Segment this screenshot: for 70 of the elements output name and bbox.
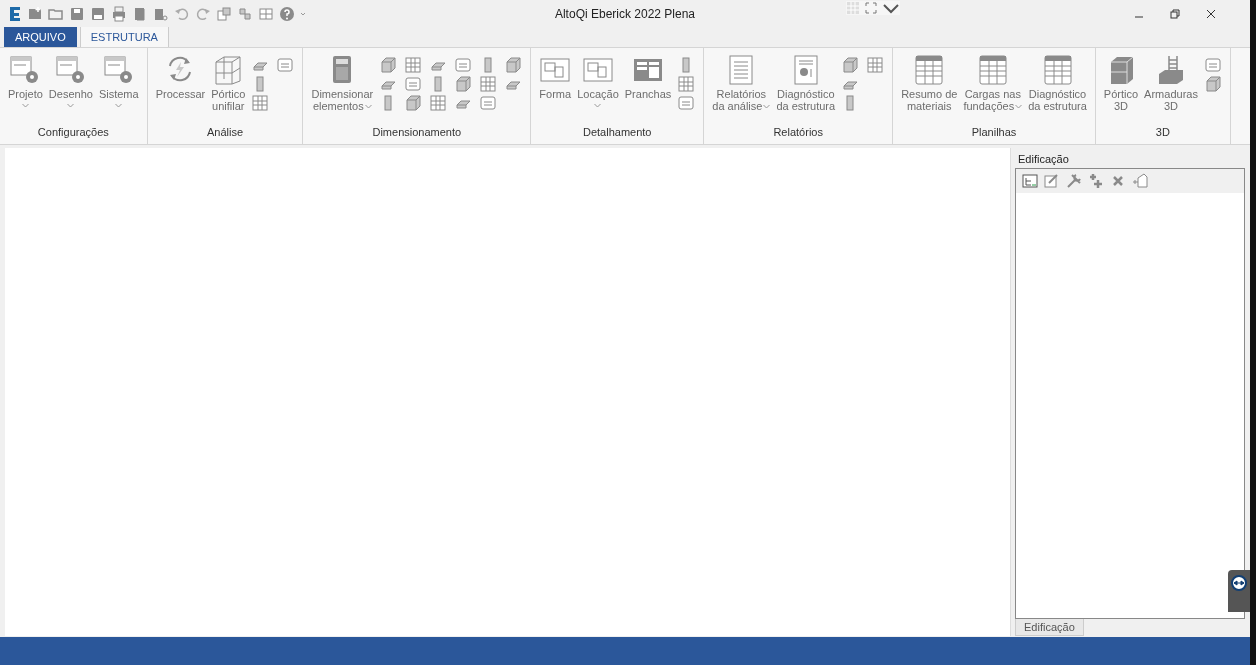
building-icon[interactable] xyxy=(1132,173,1148,189)
table-icon xyxy=(913,54,946,86)
ribbon-button[interactable]: Desenho xyxy=(46,52,95,126)
cube-icon[interactable] xyxy=(505,57,522,73)
list-icon[interactable] xyxy=(455,57,472,73)
table-icon xyxy=(1041,54,1074,86)
cube-icon[interactable] xyxy=(405,95,422,111)
edit-icon[interactable] xyxy=(1044,173,1060,189)
group-label: Configurações xyxy=(36,126,110,140)
window-gear-icon xyxy=(102,54,135,86)
grid-icon[interactable] xyxy=(405,57,422,73)
window-gear-icon xyxy=(54,54,87,86)
save-icon[interactable] xyxy=(69,5,85,22)
cube-icon[interactable] xyxy=(455,76,472,92)
cube-icon[interactable] xyxy=(380,57,397,73)
group-label: Detalhamento xyxy=(581,126,653,140)
ribbon-button[interactable]: Armaduras 3D xyxy=(1142,52,1200,126)
restore-icon[interactable] xyxy=(1170,8,1180,19)
printer-icon[interactable] xyxy=(111,5,127,22)
group-label: Planilhas xyxy=(970,126,1018,140)
grid-icon[interactable] xyxy=(678,76,695,92)
ribbon-button[interactable]: Processar xyxy=(153,52,208,126)
ribbon-button[interactable]: Forma xyxy=(537,52,574,126)
list-icon[interactable] xyxy=(480,95,497,111)
list-icon[interactable] xyxy=(405,76,422,92)
new-file-icon[interactable] xyxy=(27,5,43,22)
ribbon-button[interactable]: Pórtico unifilar xyxy=(209,52,248,126)
tools-icon[interactable] xyxy=(1066,173,1082,189)
pages-icon[interactable] xyxy=(132,5,148,22)
help-icon[interactable] xyxy=(279,5,295,22)
list-icon[interactable] xyxy=(678,95,695,111)
tree-icon[interactable] xyxy=(1022,173,1038,189)
close-icon[interactable] xyxy=(1206,8,1216,19)
ribbon-tab[interactable]: ESTRUTURA xyxy=(79,26,169,47)
cube-icon[interactable] xyxy=(1204,76,1221,92)
ribbon-button[interactable]: Diagnóstico da estrutura xyxy=(774,52,838,126)
save-all-icon[interactable] xyxy=(90,5,106,22)
ribbon-tab[interactable]: ARQUIVO xyxy=(4,27,77,47)
ribbon-button[interactable]: Projeto xyxy=(6,52,45,126)
grid-icon[interactable] xyxy=(430,95,447,111)
ribbon-button[interactable]: Diagnóstico da estrutura xyxy=(1026,52,1089,126)
table-icon xyxy=(976,54,1009,86)
ribbon-button[interactable]: Relatórios da análise xyxy=(710,52,773,126)
window-title: AltoQi Eberick 2022 Plena xyxy=(554,6,696,21)
group-label: Relatórios xyxy=(772,126,824,140)
layers-icon[interactable] xyxy=(216,5,232,22)
list-icon[interactable] xyxy=(277,57,294,73)
app-logo-icon[interactable] xyxy=(8,5,22,22)
add-icon[interactable] xyxy=(1088,173,1104,189)
group-label: Dimensionamento xyxy=(371,126,463,140)
side-tab[interactable] xyxy=(1228,570,1250,612)
ribbon-button[interactable]: Pranchas xyxy=(622,52,674,126)
grid-icon[interactable] xyxy=(480,76,497,92)
panel-tab[interactable]: Edificação xyxy=(1015,619,1084,636)
ribbon-button[interactable]: Pórtico 3D xyxy=(1101,52,1141,126)
expand-icon[interactable] xyxy=(864,1,878,15)
list-icon[interactable] xyxy=(1204,57,1221,73)
chevron-down-icon[interactable] xyxy=(882,1,900,15)
grid-icon[interactable] xyxy=(867,57,884,73)
ribbon-button[interactable]: Sistema xyxy=(96,52,141,126)
ribbon-button[interactable]: Cargas nas fundações xyxy=(961,52,1025,126)
ribbon-button[interactable]: Locação xyxy=(575,52,621,126)
ribbon-button[interactable]: Dimensionar elementos xyxy=(309,52,376,126)
grid-icon[interactable] xyxy=(252,95,269,111)
group-label: Análise xyxy=(206,126,245,140)
cube-icon[interactable] xyxy=(842,57,859,73)
group-label: 3D xyxy=(1154,126,1171,140)
dotted-grid-icon[interactable] xyxy=(846,1,860,15)
ribbon-button[interactable]: Resumo de materiais xyxy=(899,52,960,126)
panel-title: Edificação xyxy=(1017,152,1070,167)
